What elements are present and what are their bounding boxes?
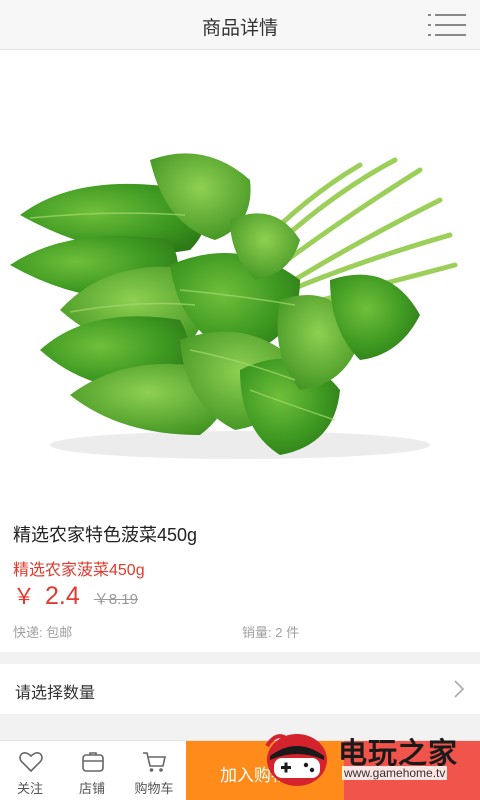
- sales-count: 销量: 2 件: [242, 625, 300, 640]
- watermark-url: www.gamehome.tv: [342, 766, 448, 780]
- chevron-right-icon: [454, 680, 465, 698]
- quantity-label: 请选择数量: [15, 685, 96, 702]
- heart-icon: [19, 751, 43, 773]
- gamepad-logo-icon: [265, 734, 327, 786]
- store-button[interactable]: 店铺: [62, 741, 122, 800]
- product-subtitle: 精选农家菠菜450g: [13, 562, 145, 579]
- store-label: 店铺: [78, 781, 105, 796]
- price-row: ￥ 2.4 ￥8.19: [13, 579, 138, 613]
- section-divider: [0, 652, 480, 664]
- store-icon: [82, 752, 104, 772]
- product-name: 精选农家特色菠菜450g: [13, 525, 198, 545]
- spinach-illustration: [10, 153, 458, 459]
- cart-icon: [143, 752, 166, 772]
- watermark: 电玩之家 www.gamehome.tv: [262, 726, 476, 796]
- shipping-info: 快递: 包邮: [13, 625, 73, 640]
- top-bar: 商品详情: [0, 0, 480, 50]
- cart-button[interactable]: 购物车: [124, 741, 184, 800]
- page-title: 商品详情: [201, 18, 278, 39]
- cart-label: 购物车: [134, 781, 174, 796]
- follow-label: 关注: [16, 781, 43, 796]
- original-price: ￥8.19: [93, 591, 138, 608]
- quantity-selector[interactable]: 请选择数量: [0, 664, 480, 714]
- product-info: 精选农家特色菠菜450g 精选农家菠菜450g ￥ 2.4 ￥8.19 快递: …: [0, 510, 480, 652]
- list-menu-icon[interactable]: [428, 12, 466, 38]
- product-image: [0, 50, 480, 510]
- current-price: 2.4: [45, 582, 80, 610]
- follow-button[interactable]: 关注: [0, 741, 60, 800]
- currency-symbol: ￥: [13, 584, 36, 609]
